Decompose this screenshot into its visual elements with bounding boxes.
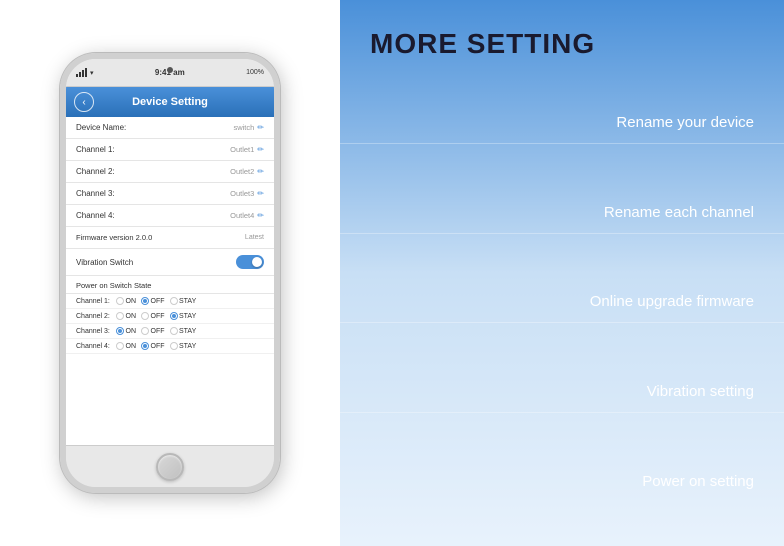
power-ch4-stay[interactable]: STAY <box>170 342 197 350</box>
channel3-row: Channel 3: Outlet3 ✏ <box>66 183 274 205</box>
device-name-edit-icon[interactable]: ✏ <box>257 123 264 132</box>
app-title: Device Setting <box>132 96 208 108</box>
feature-upgrade-firmware-label: Online upgrade firmware <box>590 293 754 310</box>
channel3-label: Channel 3: <box>76 189 115 198</box>
radio-off-circle-3 <box>141 327 149 335</box>
feature-items-list: Rename your device Rename each channel O… <box>340 78 784 546</box>
status-bar: ▾ 9:41 am 100% <box>66 59 274 87</box>
channel2-label: Channel 2: <box>76 167 115 176</box>
feature-item-vibration-setting: Vibration setting <box>340 371 784 413</box>
feature-power-on-setting-label: Power on setting <box>642 473 754 490</box>
radio-off-circle <box>141 297 149 305</box>
power-section-header: Power on Switch State <box>66 276 274 294</box>
power-ch3-stay[interactable]: STAY <box>170 327 197 335</box>
channel4-text: Outlet4 <box>230 211 254 220</box>
feature-panel: MORE SETTING Rename your device Rename e… <box>340 0 784 546</box>
channel1-label: Channel 1: <box>76 145 115 154</box>
power-row-channel3: Channel 3: ON OFF STAY <box>66 324 274 339</box>
power-ch2-off[interactable]: OFF <box>141 312 165 320</box>
power-ch2-options: ON OFF STAY <box>116 312 196 320</box>
channel2-edit-icon[interactable]: ✏ <box>257 167 264 176</box>
channel1-text: Outlet1 <box>230 145 254 154</box>
power-ch2-label: Channel 2: <box>76 313 112 320</box>
channel3-value: Outlet3 ✏ <box>230 189 264 198</box>
radio-on-circle-4 <box>116 342 124 350</box>
feature-item-upgrade-firmware: Online upgrade firmware <box>340 281 784 323</box>
app-content: Device Name: switch ✏ Channel 1: Outlet1… <box>66 117 274 445</box>
power-ch3-label: Channel 3: <box>76 328 112 335</box>
radio-on-circle-3 <box>116 327 124 335</box>
power-ch4-label: Channel 4: <box>76 343 112 350</box>
channel2-row: Channel 2: Outlet2 ✏ <box>66 161 274 183</box>
device-name-value: switch ✏ <box>233 123 264 132</box>
channel4-row: Channel 4: Outlet4 ✏ <box>66 205 274 227</box>
vibration-row: Vibration Switch <box>66 249 274 276</box>
phone-container: ▾ 9:41 am 100% ‹ Device Setting Device N… <box>0 0 340 546</box>
channel1-edit-icon[interactable]: ✏ <box>257 145 264 154</box>
feature-vibration-setting-label: Vibration setting <box>647 383 754 400</box>
radio-stay-circle <box>170 297 178 305</box>
device-name-row: Device Name: switch ✏ <box>66 117 274 139</box>
power-ch3-options: ON OFF STAY <box>116 327 196 335</box>
feature-item-power-on-setting: Power on setting <box>340 461 784 502</box>
power-row-channel2: Channel 2: ON OFF STAY <box>66 309 274 324</box>
device-name-text: switch <box>233 123 254 132</box>
power-ch1-label: Channel 1: <box>76 298 112 305</box>
power-row-channel1: Channel 1: ON OFF STAY <box>66 294 274 309</box>
signal-area: ▾ <box>76 68 94 77</box>
radio-on-circle-2 <box>116 312 124 320</box>
app-header: ‹ Device Setting <box>66 87 274 117</box>
channel2-value: Outlet2 ✏ <box>230 167 264 176</box>
channel4-label: Channel 4: <box>76 211 115 220</box>
channel2-text: Outlet2 <box>230 167 254 176</box>
home-button[interactable] <box>156 453 184 481</box>
phone-mockup: ▾ 9:41 am 100% ‹ Device Setting Device N… <box>60 53 280 493</box>
firmware-label: Firmware version 2.0.0 <box>76 233 152 242</box>
wifi-icon: ▾ <box>90 69 94 77</box>
feature-rename-device-label: Rename your device <box>616 114 754 131</box>
power-ch1-on[interactable]: ON <box>116 297 136 305</box>
channel1-value: Outlet1 ✏ <box>230 145 264 154</box>
power-ch1-off[interactable]: OFF <box>141 297 165 305</box>
phone-bottom-bar <box>66 445 274 487</box>
power-ch1-options: ON OFF STAY <box>116 297 196 305</box>
power-ch4-off[interactable]: OFF <box>141 342 165 350</box>
channel3-edit-icon[interactable]: ✏ <box>257 189 264 198</box>
back-icon: ‹ <box>82 97 85 108</box>
power-ch2-on[interactable]: ON <box>116 312 136 320</box>
power-ch3-off[interactable]: OFF <box>141 327 165 335</box>
signal-bars-icon <box>76 68 87 77</box>
back-button[interactable]: ‹ <box>74 92 94 112</box>
radio-stay-circle-2 <box>170 312 178 320</box>
feature-item-rename-device: Rename your device <box>340 102 784 144</box>
radio-on-circle <box>116 297 124 305</box>
feature-item-rename-channel: Rename each channel <box>340 192 784 234</box>
firmware-row: Firmware version 2.0.0 Latest <box>66 227 274 249</box>
battery-indicator: 100% <box>246 69 264 76</box>
power-row-channel4: Channel 4: ON OFF STAY <box>66 339 274 354</box>
power-ch4-options: ON OFF STAY <box>116 342 196 350</box>
radio-stay-circle-4 <box>170 342 178 350</box>
channel3-text: Outlet3 <box>230 189 254 198</box>
vibration-toggle[interactable] <box>236 255 264 269</box>
vibration-label: Vibration Switch <box>76 258 133 267</box>
more-setting-title: MORE SETTING <box>340 0 784 78</box>
radio-off-circle-4 <box>141 342 149 350</box>
radio-stay-circle-3 <box>170 327 178 335</box>
channel4-value: Outlet4 ✏ <box>230 211 264 220</box>
power-ch3-on[interactable]: ON <box>116 327 136 335</box>
channel4-edit-icon[interactable]: ✏ <box>257 211 264 220</box>
power-ch2-stay[interactable]: STAY <box>170 312 197 320</box>
device-name-label: Device Name: <box>76 123 126 132</box>
channel1-row: Channel 1: Outlet1 ✏ <box>66 139 274 161</box>
power-ch4-on[interactable]: ON <box>116 342 136 350</box>
power-ch1-stay[interactable]: STAY <box>170 297 197 305</box>
radio-off-circle-2 <box>141 312 149 320</box>
phone-camera <box>167 67 173 73</box>
feature-rename-channel-label: Rename each channel <box>604 204 754 221</box>
firmware-value: Latest <box>245 234 264 241</box>
